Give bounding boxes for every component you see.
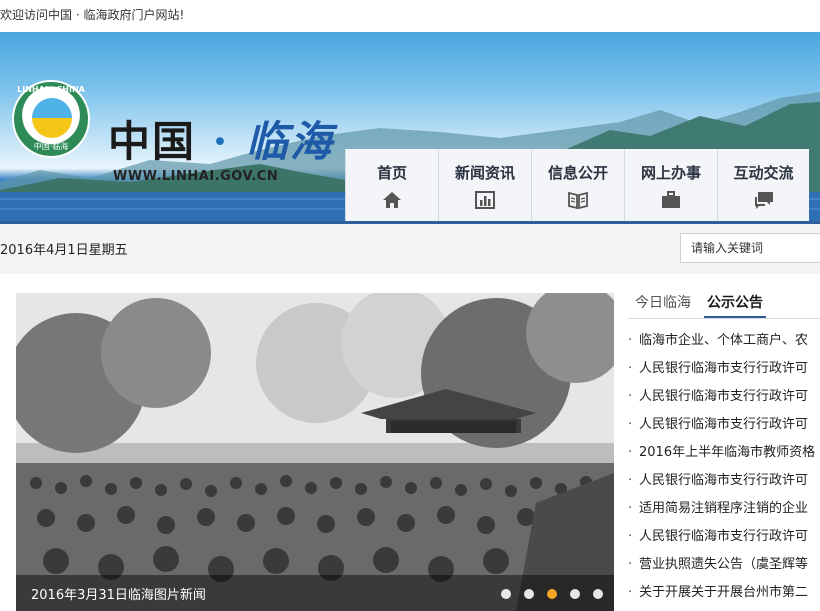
slideshow-dot[interactable] [524,589,534,599]
main-nav: 首页 新闻资讯 信息公开 网上办事 互动交流 [345,149,809,221]
nav-item-info-public[interactable]: 信息公开 [531,149,624,221]
date-search-bar: 2016年4月1日星期五 请输入关键词 [0,224,820,274]
site-url: WWW.LINHAI.GOV.CN [113,169,279,184]
list-item[interactable]: · 人民银行临海市支行行政许可 [628,411,820,439]
welcome-bar: 欢迎访问中国 · 临海政府门户网站! [0,0,820,32]
nav-item-label: 信息公开 [547,164,608,182]
list-item[interactable]: · 临海市企业、个体工商户、农 [628,327,820,355]
current-date: 2016年4月1日星期五 [0,243,128,258]
tab-today-linhai[interactable]: 今日临海 [632,286,694,318]
site-title-accent: 临海 [245,117,334,166]
nav-item-label: 互动交流 [733,164,794,182]
tabs-divider [628,318,820,319]
briefcase-icon [662,191,680,208]
slideshow-dot-active[interactable] [547,589,557,599]
slideshow-pager [501,589,603,599]
news-tabs: 今日临海 公示公告 [632,286,776,318]
site-title-dot: · [212,117,230,166]
nav-item-interaction[interactable]: 互动交流 [717,149,809,221]
home-icon [383,192,401,208]
slideshow-dot[interactable] [501,589,511,599]
logo-emblem-icon [32,98,72,138]
nav-item-home[interactable]: 首页 [345,149,438,221]
list-item[interactable]: · 人民银行临海市支行行政许可 [628,467,820,495]
nav-item-news[interactable]: 新闻资讯 [438,149,531,221]
list-item[interactable]: · 人民银行临海市支行行政许可 [628,523,820,551]
slideshow-caption-bar: 2016年3月31日临海图片新闻 [16,575,614,611]
book-icon [568,191,588,210]
slideshow-dot[interactable] [593,589,603,599]
list-item[interactable]: · 人民银行临海市支行行政许可 [628,355,820,383]
logo-bottom-text: 中国·临海 [33,142,69,151]
list-item[interactable]: · 适用简易注销程序注销的企业 [628,495,820,523]
city-logo[interactable]: LINHAI · CHINA 中国·临海 [12,80,90,158]
chat-icon [754,192,773,209]
nav-item-label: 首页 [376,164,407,182]
list-item[interactable]: · 营业执照遗失公告（虞圣辉等 [628,551,820,579]
logo-ring-text: LINHAI · CHINA [17,85,85,94]
welcome-text: 欢迎访问中国 · 临海政府门户网站! [0,8,185,22]
search-input[interactable]: 请输入关键词 [680,233,820,263]
nav-item-label: 网上办事 [640,164,701,182]
list-item[interactable]: · 关于开展关于开展台州市第二 [628,579,820,607]
announcement-list: · 临海市企业、个体工商户、农 · 人民银行临海市支行行政许可 · 人民银行临海市支行… [628,327,820,607]
chart-icon [475,191,495,209]
slideshow-dot[interactable] [570,589,580,599]
nav-item-online-service[interactable]: 网上办事 [624,149,717,221]
tab-announcements[interactable]: 公示公告 [704,286,766,318]
list-item[interactable]: · 人民银行临海市支行行政许可 [628,383,820,411]
nav-item-label: 新闻资讯 [454,164,515,182]
site-title-main: 中国 [108,117,197,166]
news-photo [16,293,614,611]
slideshow-caption[interactable]: 2016年3月31日临海图片新闻 [31,584,206,603]
news-slideshow[interactable]: 2016年3月31日临海图片新闻 [16,293,614,611]
list-item[interactable]: · 2016年上半年临海市教师资格 [628,439,820,467]
site-title: 中国 · 临海 [108,108,334,169]
